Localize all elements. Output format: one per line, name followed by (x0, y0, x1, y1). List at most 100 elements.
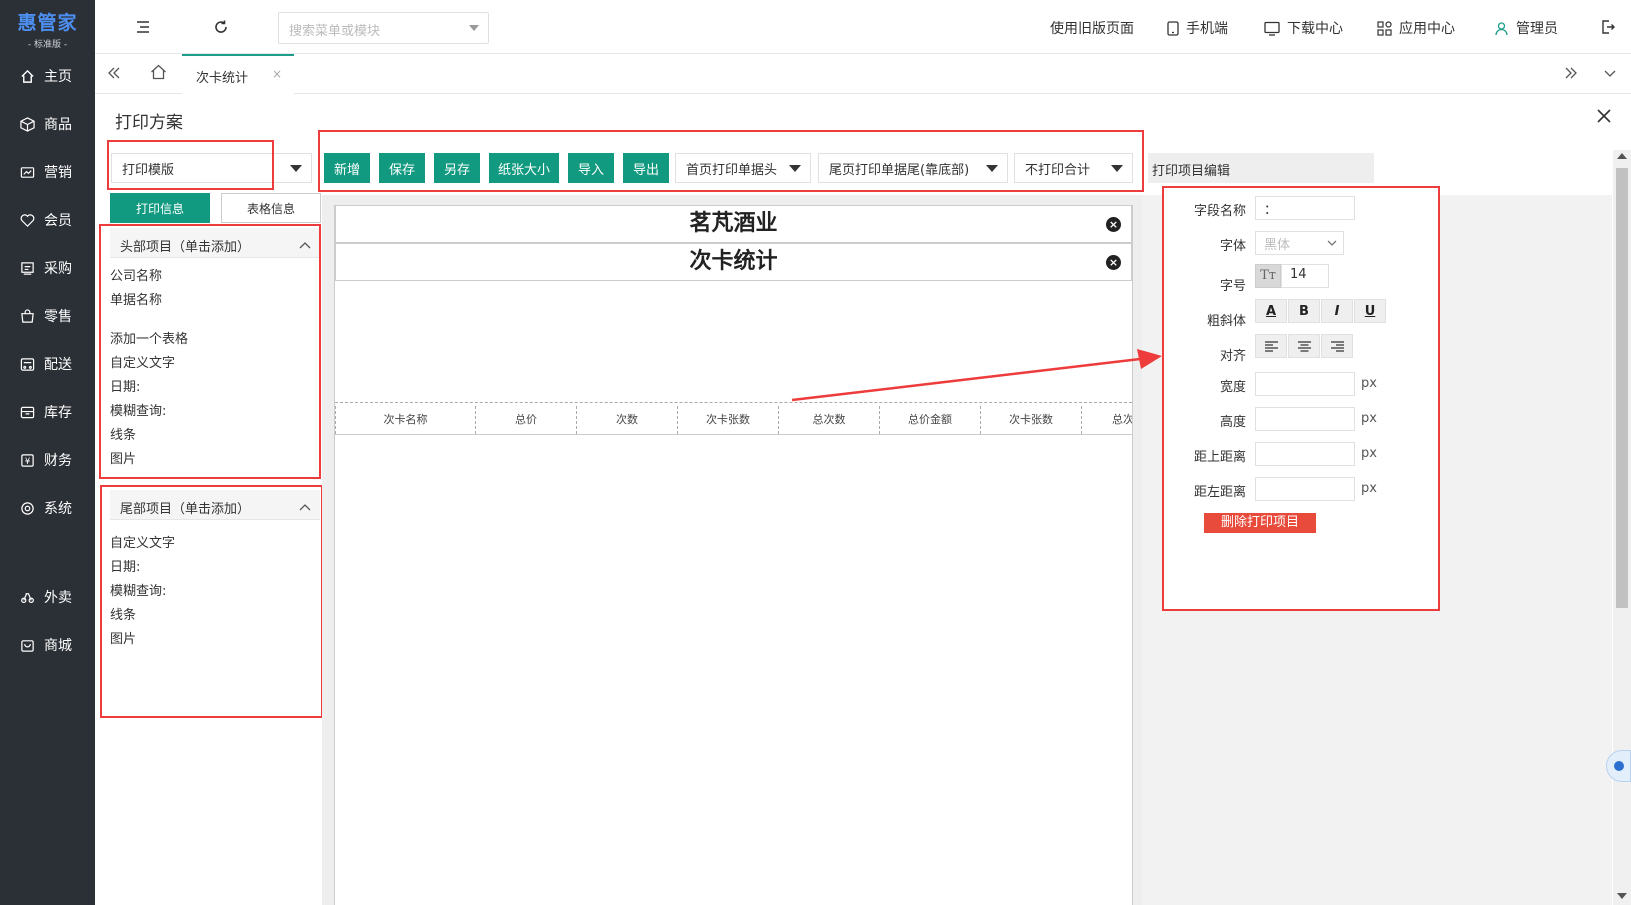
editor-title: 打印项目编辑 (1148, 153, 1374, 183)
sidebar-item-label: 配送 (44, 357, 72, 373)
finance-icon: ¥ (18, 451, 36, 469)
sidebar-item-label: 采购 (44, 261, 72, 277)
tab-bar (95, 54, 1631, 94)
sidebar-item-label: 商品 (44, 117, 72, 133)
table-column-header[interactable]: 总价 (476, 406, 577, 434)
remove-item-icon[interactable]: × (1106, 217, 1121, 232)
table-column-header[interactable]: 次卡张数 (981, 406, 1082, 434)
takeout-icon (18, 588, 36, 606)
menu-collapse-icon[interactable] (135, 19, 151, 39)
brand-name: 惠管家 (17, 12, 78, 34)
system-icon (18, 499, 36, 517)
tabs-scroll-left-icon[interactable] (107, 66, 121, 84)
old-version-link[interactable]: 使用旧版页面 (1050, 18, 1134, 38)
chevron-down-icon (469, 25, 479, 31)
sidebar-item-finance[interactable]: ¥ 财务 (0, 440, 95, 480)
doc-name-text: 次卡统计 (689, 249, 778, 274)
table-column-header[interactable]: 次数 (577, 406, 678, 434)
annotation-box (107, 140, 274, 190)
close-icon[interactable] (1597, 109, 1611, 127)
sidebar-item-takeout[interactable]: 外卖 (0, 577, 95, 617)
table-column-header[interactable]: 总价金额 (880, 406, 981, 434)
table-bottom-border (335, 434, 1132, 435)
app-center-link[interactable]: 应用中心 (1377, 18, 1455, 38)
sidebar-item-label: 营销 (44, 165, 72, 181)
remove-item-icon[interactable]: × (1106, 255, 1121, 270)
menu-search-input[interactable]: 搜索菜单或模块 (278, 12, 489, 44)
canvas-company-name[interactable]: 茗芃酒业 × (335, 205, 1132, 243)
sidebar-item-label: 商城 (44, 638, 72, 654)
sidebar-item-label: 库存 (44, 405, 72, 421)
sidebar-item-inventory[interactable]: 库存 (0, 392, 95, 432)
download-center-link[interactable]: 下载中心 (1264, 18, 1343, 38)
scrollbar-thumb[interactable] (1616, 168, 1628, 608)
apps-label: 应用中心 (1399, 21, 1455, 37)
logout-icon[interactable] (1600, 19, 1616, 39)
svg-text:¥: ¥ (24, 455, 30, 465)
sidebar-item-goods[interactable]: 商品 (0, 104, 95, 144)
scroll-up-icon[interactable] (1617, 153, 1627, 159)
refresh-icon[interactable] (213, 19, 229, 39)
member-icon (18, 211, 36, 229)
sidebar: 惠管家 - 标准版 - 主页 商品 营销 会员 采购 零售 配送 库存 ¥ 财务… (0, 0, 95, 905)
annotation-box (318, 130, 1144, 192)
brand-logo[interactable]: 惠管家 - 标准版 - (0, 0, 95, 50)
retail-icon (18, 307, 36, 325)
sidebar-item-label: 系统 (44, 501, 72, 517)
home-icon (18, 67, 36, 85)
apps-icon (1377, 20, 1392, 36)
brand-edition: - 标准版 - (27, 40, 68, 50)
mobile-link[interactable]: 手机端 (1167, 18, 1228, 38)
sidebar-item-system[interactable]: 系统 (0, 488, 95, 528)
annotation-box (99, 224, 321, 479)
marketing-icon (18, 163, 36, 181)
chevron-down-icon (290, 165, 302, 172)
sidebar-item-label: 财务 (44, 453, 72, 469)
scroll-down-icon[interactable] (1617, 893, 1627, 899)
mall-icon (18, 636, 36, 654)
tab-print-info[interactable]: 打印信息 (110, 193, 210, 223)
sidebar-item-member[interactable]: 会员 (0, 200, 95, 240)
mobile-label: 手机端 (1186, 21, 1228, 37)
user-label: 管理员 (1516, 21, 1558, 37)
purchase-icon (18, 259, 36, 277)
sidebar-item-label: 主页 (44, 69, 72, 85)
tabs-scroll-right-icon[interactable] (1564, 66, 1578, 84)
sidebar-item-delivery[interactable]: 配送 (0, 344, 95, 384)
floating-assistant-button[interactable] (1606, 750, 1631, 782)
home-tab-icon[interactable] (150, 64, 167, 84)
inventory-icon (18, 403, 36, 421)
monitor-icon (1264, 21, 1280, 36)
user-menu[interactable]: 管理员 (1494, 18, 1558, 38)
table-column-header[interactable]: 总次数 (779, 406, 880, 434)
sidebar-item-home[interactable]: 主页 (0, 56, 95, 96)
sidebar-item-label: 会员 (44, 213, 72, 229)
page-title: 打印方案 (115, 113, 183, 133)
tabs-more-icon[interactable] (1604, 68, 1616, 83)
sidebar-item-mall[interactable]: 商城 (0, 625, 95, 665)
tab-label: 次卡统计 (196, 71, 249, 86)
close-tab-icon[interactable]: × (272, 67, 282, 81)
tab-card-statistics[interactable]: 次卡统计 × (182, 54, 294, 94)
annotation-box (1162, 186, 1440, 611)
box-icon (18, 115, 36, 133)
annotation-arrow (791, 349, 1162, 402)
mobile-icon (1167, 20, 1179, 36)
sidebar-item-label: 外卖 (44, 590, 72, 606)
assistant-icon (1614, 761, 1624, 771)
table-column-header[interactable]: 总次 (1082, 406, 1132, 434)
search-placeholder: 搜索菜单或模块 (289, 24, 381, 39)
sidebar-item-label: 零售 (44, 309, 72, 325)
canvas-doc-name[interactable]: 次卡统计 × (335, 243, 1132, 281)
table-column-header[interactable]: 次卡名称 (335, 406, 476, 434)
old-version-label: 使用旧版页面 (1050, 21, 1134, 37)
sidebar-item-purchase[interactable]: 采购 (0, 248, 95, 288)
company-name-text: 茗芃酒业 (689, 211, 778, 236)
print-canvas (334, 205, 1133, 905)
tab-table-info[interactable]: 表格信息 (221, 193, 321, 223)
sidebar-item-marketing[interactable]: 营销 (0, 152, 95, 192)
annotation-box (100, 485, 323, 718)
sidebar-item-retail[interactable]: 零售 (0, 296, 95, 336)
delivery-icon (18, 355, 36, 373)
table-column-header[interactable]: 次卡张数 (678, 406, 779, 434)
